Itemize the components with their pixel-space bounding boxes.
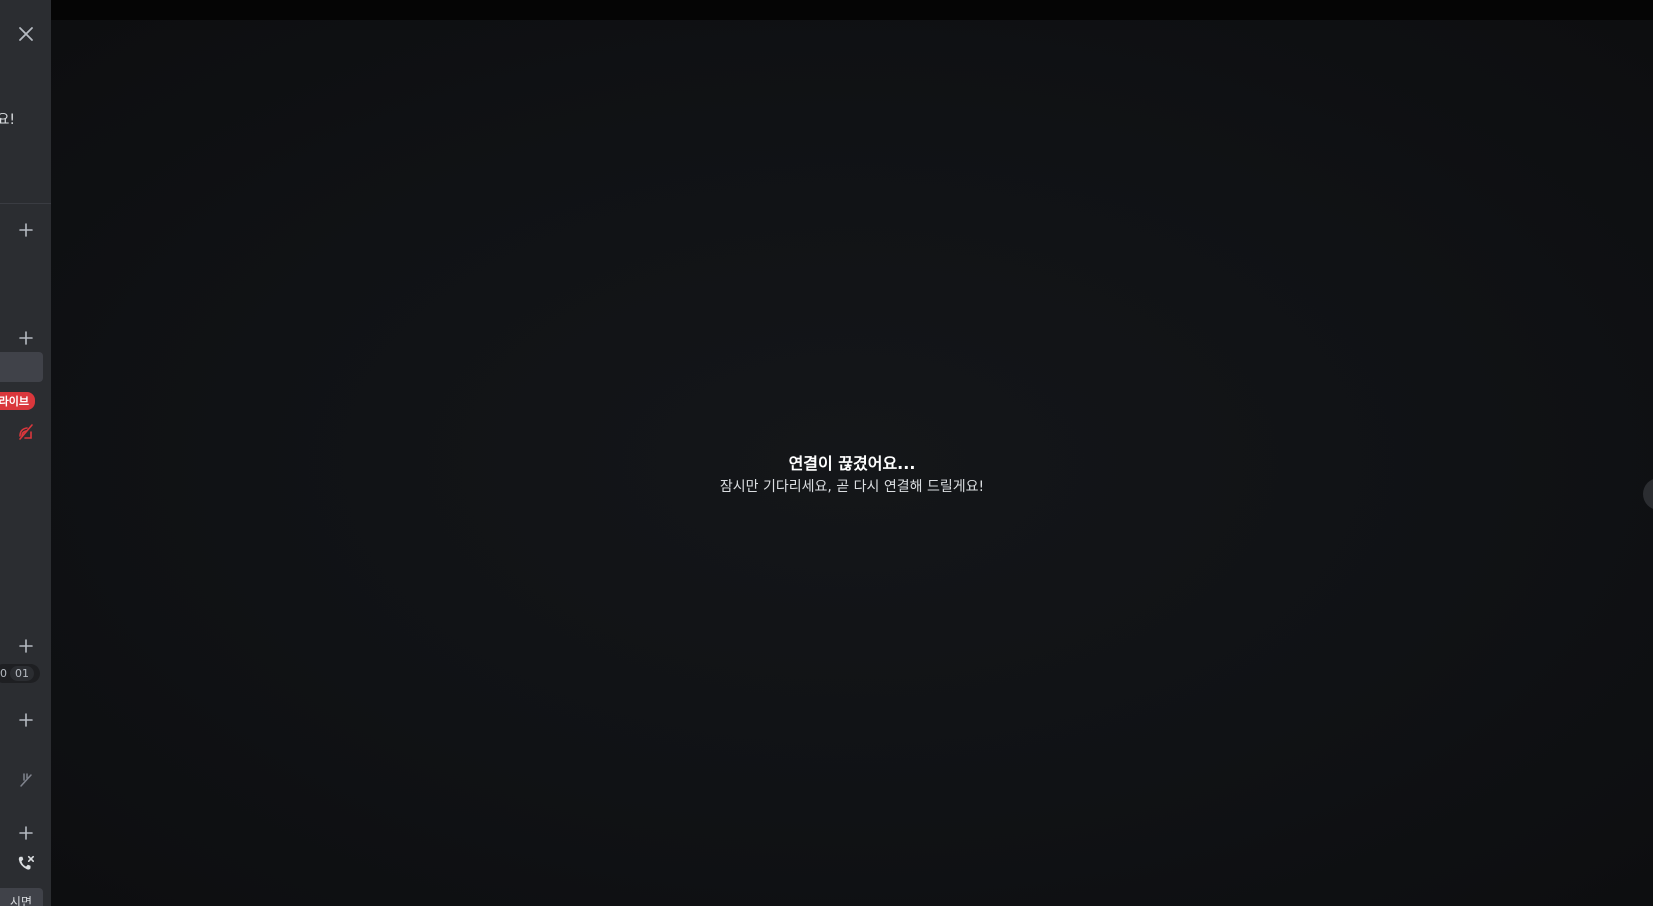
connection-lost-message: 잠시만 기다리세요, 곧 다시 연결해 드릴게요! (719, 479, 985, 495)
notice-text: 요! (0, 112, 15, 128)
close-icon (19, 27, 33, 41)
plus-icon (19, 713, 33, 727)
plus-icon (19, 826, 33, 840)
plus-icon (19, 223, 33, 237)
stream-off-icon (19, 424, 33, 440)
mic-off-icon (20, 773, 32, 787)
disconnect-call-button[interactable] (17, 854, 35, 872)
counter-limit: 01 (10, 666, 34, 681)
close-button[interactable] (14, 22, 38, 46)
voice-stage: 연결이 끊겼어요... 잠시만 기다리세요, 곧 다시 연결해 드릴게요! (51, 20, 1653, 906)
stream-off-button[interactable] (17, 423, 35, 441)
user-counter: 0 01 (0, 664, 40, 683)
app-window: 요! 라이브 0 01 시면 연결이 끊겼어요... 잠시만 기다리세요, 곧 … (0, 0, 1653, 906)
plus-icon (19, 331, 33, 345)
bottom-row-text: 시면 (9, 895, 32, 906)
panel-header: 요! (0, 0, 51, 204)
call-end-icon (18, 855, 35, 870)
add-button[interactable] (16, 823, 36, 843)
add-button[interactable] (16, 328, 36, 348)
live-badge: 라이브 (0, 392, 35, 410)
mute-indicator[interactable] (17, 771, 35, 789)
left-panel: 요! 라이브 0 01 시면 (0, 0, 51, 906)
selected-channel-row[interactable] (0, 352, 43, 382)
counter-current: 0 (0, 667, 7, 680)
add-button[interactable] (16, 220, 36, 240)
add-button[interactable] (16, 710, 36, 730)
title-bar (0, 0, 1653, 20)
plus-icon (19, 639, 33, 653)
add-button[interactable] (16, 636, 36, 656)
connection-lost-title: 연결이 끊겼어요... (788, 454, 916, 473)
